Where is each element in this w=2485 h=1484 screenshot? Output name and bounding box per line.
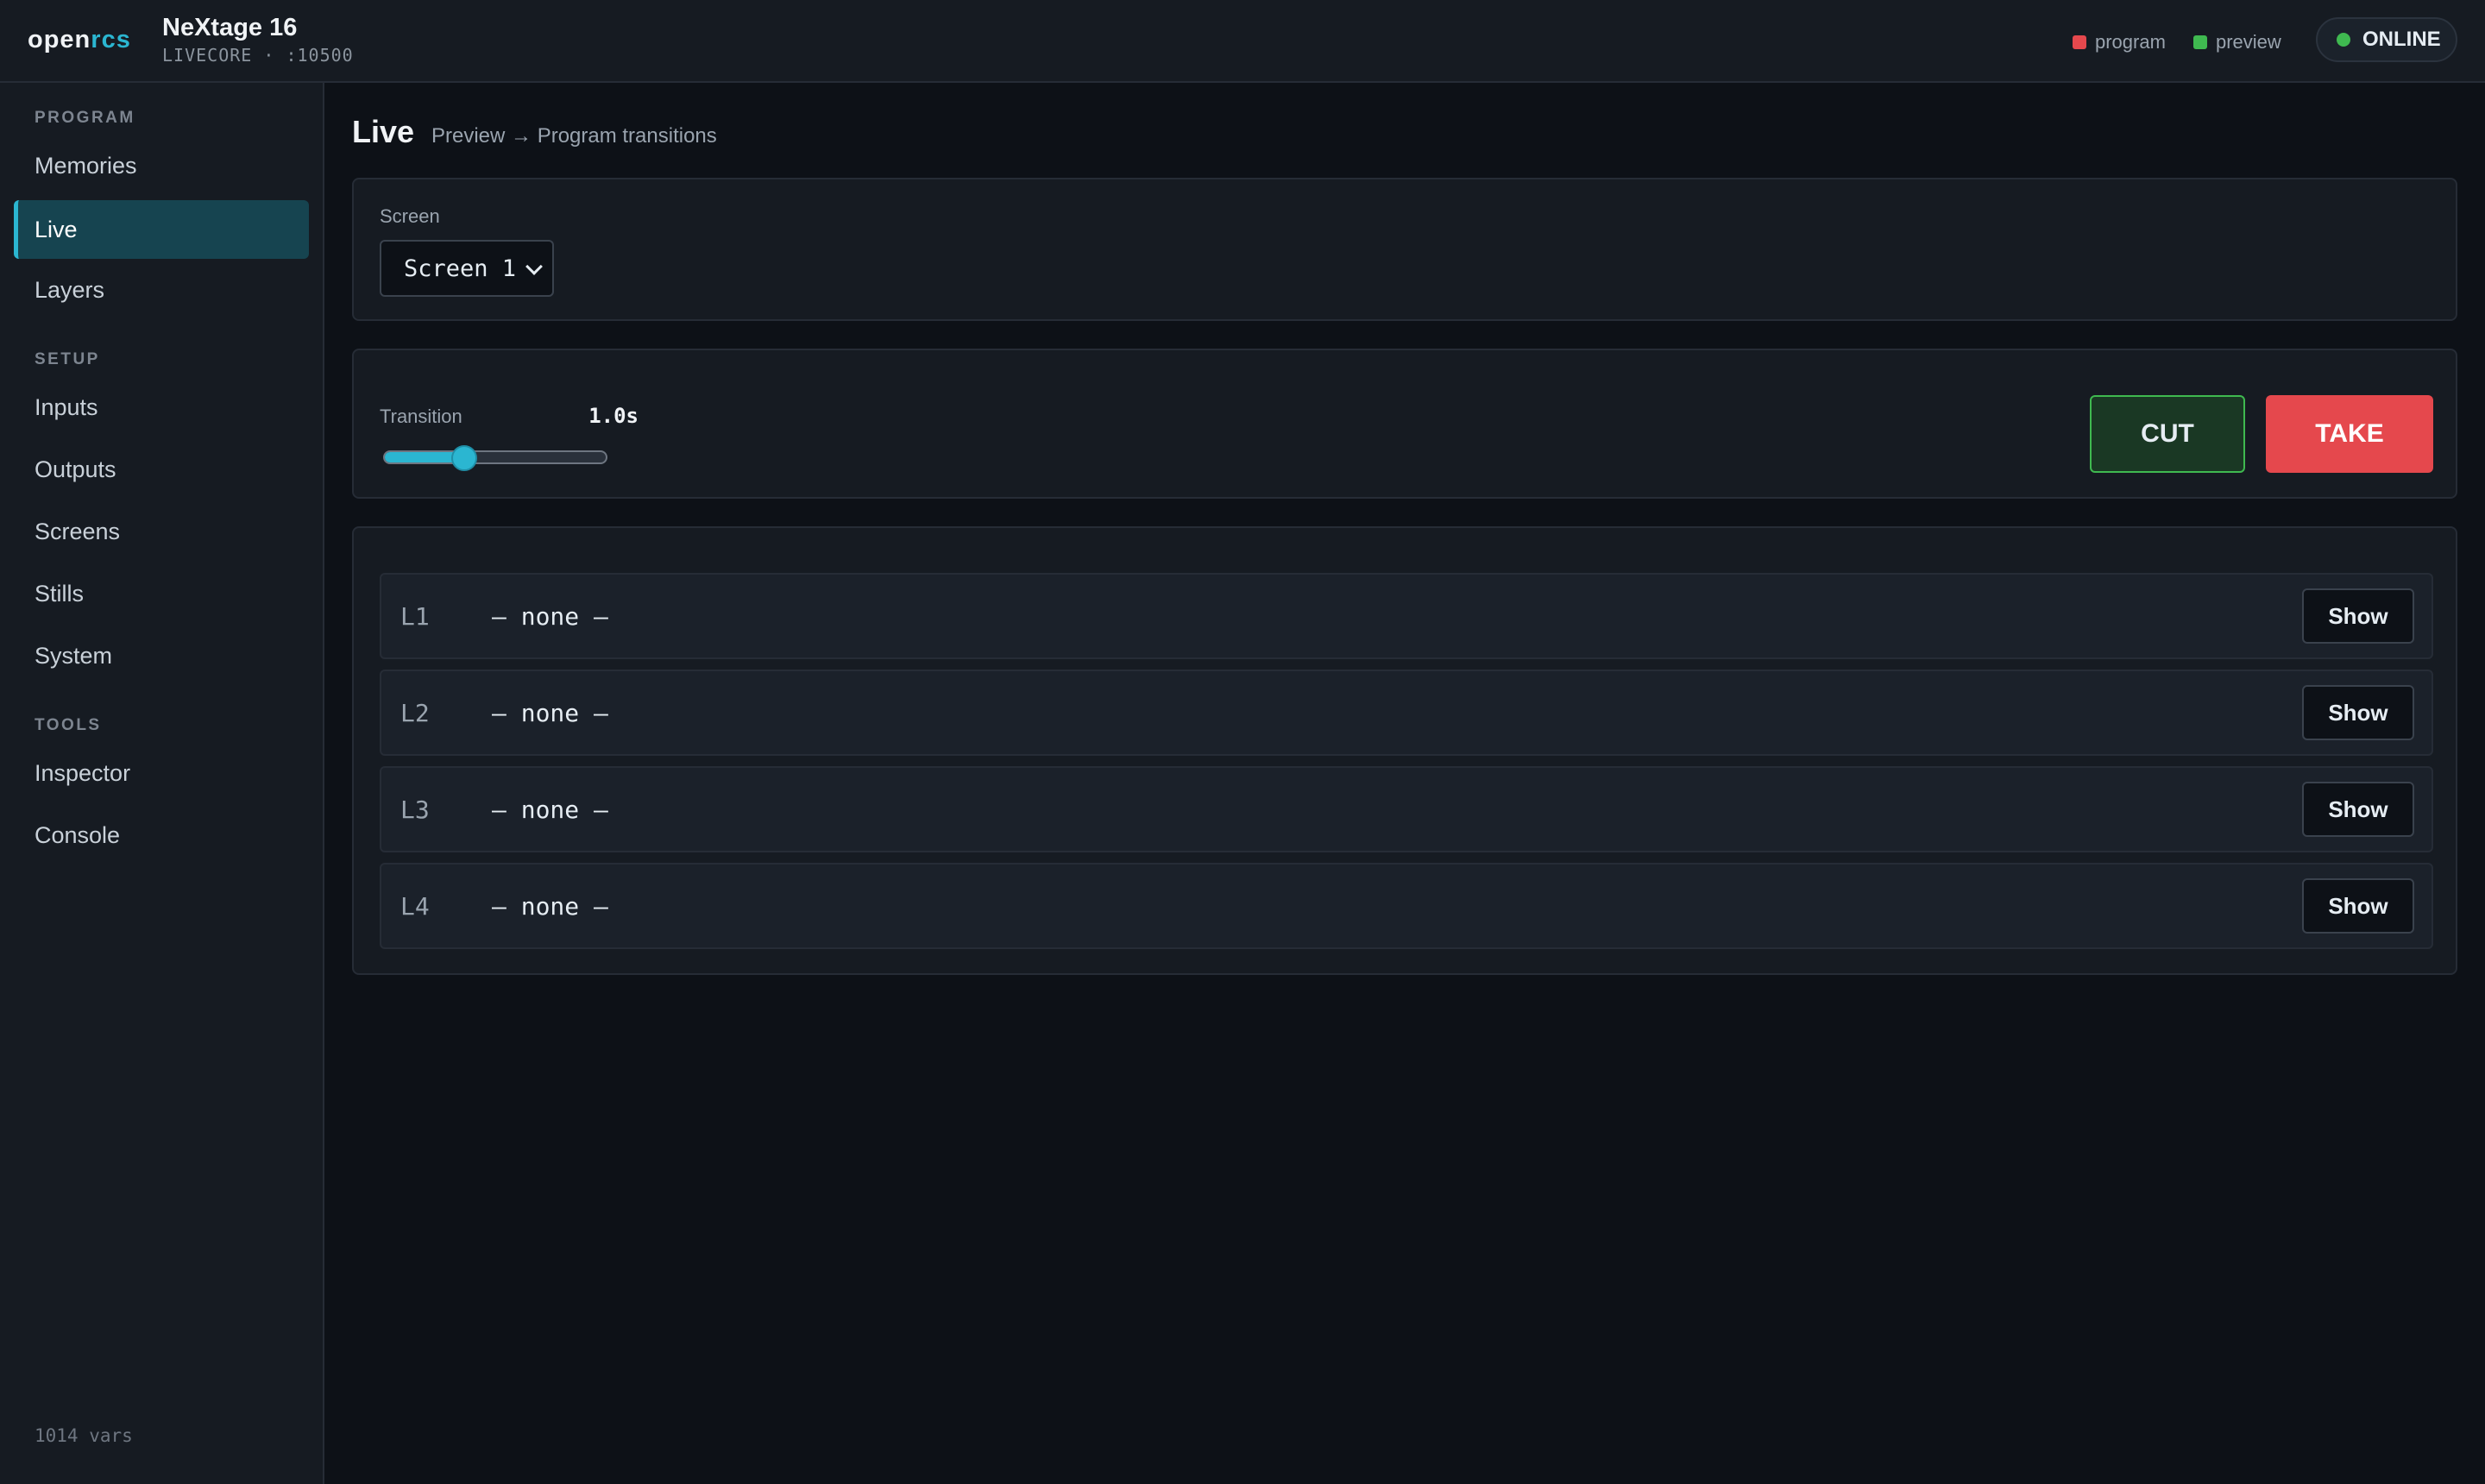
sidebar-item-stills[interactable]: Stills [14,564,309,623]
layer-id: L1 [400,602,430,631]
sidebar-item-outputs[interactable]: Outputs [14,440,309,499]
legend-preview-label: preview [2216,31,2281,53]
layer-source-value: — none — [492,602,608,631]
sidebar-item-inputs[interactable]: Inputs [14,378,309,437]
sidebar-item-system[interactable]: System [14,626,309,685]
status-dot-icon [2337,33,2350,47]
sidebar-section-setup: SETUP [35,350,100,368]
show-layer-button[interactable]: Show [2302,878,2414,934]
screen-select[interactable]: Screen 1 [380,240,554,297]
show-layer-button[interactable]: Show [2302,588,2414,644]
preview-color-swatch [2193,35,2207,49]
screen-panel: Screen Screen 1 [352,178,2457,321]
layer-row: L1 — none — Show [380,573,2433,659]
chevron-down-icon [525,258,543,275]
sidebar-section-program: PROGRAM [35,109,135,127]
layer-id: L3 [400,795,430,824]
layer-row: L2 — none — Show [380,670,2433,756]
sidebar-item-screens[interactable]: Screens [14,502,309,561]
show-layer-button[interactable]: Show [2302,685,2414,740]
page-subtitle: Preview → Program transitions [431,124,717,148]
logo-text-rcs: rcs [91,26,131,53]
logo-text-open: open [28,26,91,53]
sidebar-item-live[interactable]: Live [14,200,309,259]
screen-select-value: Screen 1 [404,255,517,282]
transition-panel: Transition 1.0s CUT TAKE [352,349,2457,499]
app-logo: openrcs [28,26,131,54]
transition-slider[interactable] [383,450,607,464]
transition-duration-value: 1.0s [588,404,639,428]
transition-slider-handle[interactable] [450,445,477,471]
layer-row: L3 — none — Show [380,766,2433,852]
layer-row: L4 — none — Show [380,863,2433,949]
variable-count: 1014 vars [35,1425,133,1446]
legend-program-label: program [2095,31,2166,53]
transition-label: Transition [380,406,462,427]
device-subtitle: LIVECORE · :10500 [162,45,354,66]
program-color-swatch [2073,35,2086,49]
page-title: Live [352,114,415,149]
layers-panel: L1 — none — Show L2 — none — Show L3 — n… [352,526,2457,975]
show-layer-button[interactable]: Show [2302,782,2414,837]
legend-preview: preview [2193,31,2281,53]
take-button[interactable]: TAKE [2266,395,2433,473]
sidebar: PROGRAM Memories Live Layers SETUP Input… [0,83,324,1484]
layer-source-value: — none — [492,699,608,727]
sidebar-item-console[interactable]: Console [14,806,309,865]
device-name: NeXtage 16 [162,14,298,41]
connection-status-badge: ONLINE [2316,17,2457,62]
cut-button[interactable]: CUT [2090,395,2245,473]
sidebar-item-memories[interactable]: Memories [14,136,309,195]
sidebar-item-layers[interactable]: Layers [14,261,309,319]
legend-program: program [2073,31,2166,53]
connection-status-label: ONLINE [2362,28,2441,51]
layer-id: L4 [400,892,430,921]
screen-label: Screen [380,205,440,227]
layer-source-value: — none — [492,795,608,824]
sidebar-section-tools: TOOLS [35,716,102,734]
sidebar-item-inspector[interactable]: Inspector [14,744,309,802]
layer-id: L2 [400,699,430,727]
layer-source-value: — none — [492,892,608,921]
top-bar: openrcs NeXtage 16 LIVECORE · :10500 pro… [0,0,2485,83]
